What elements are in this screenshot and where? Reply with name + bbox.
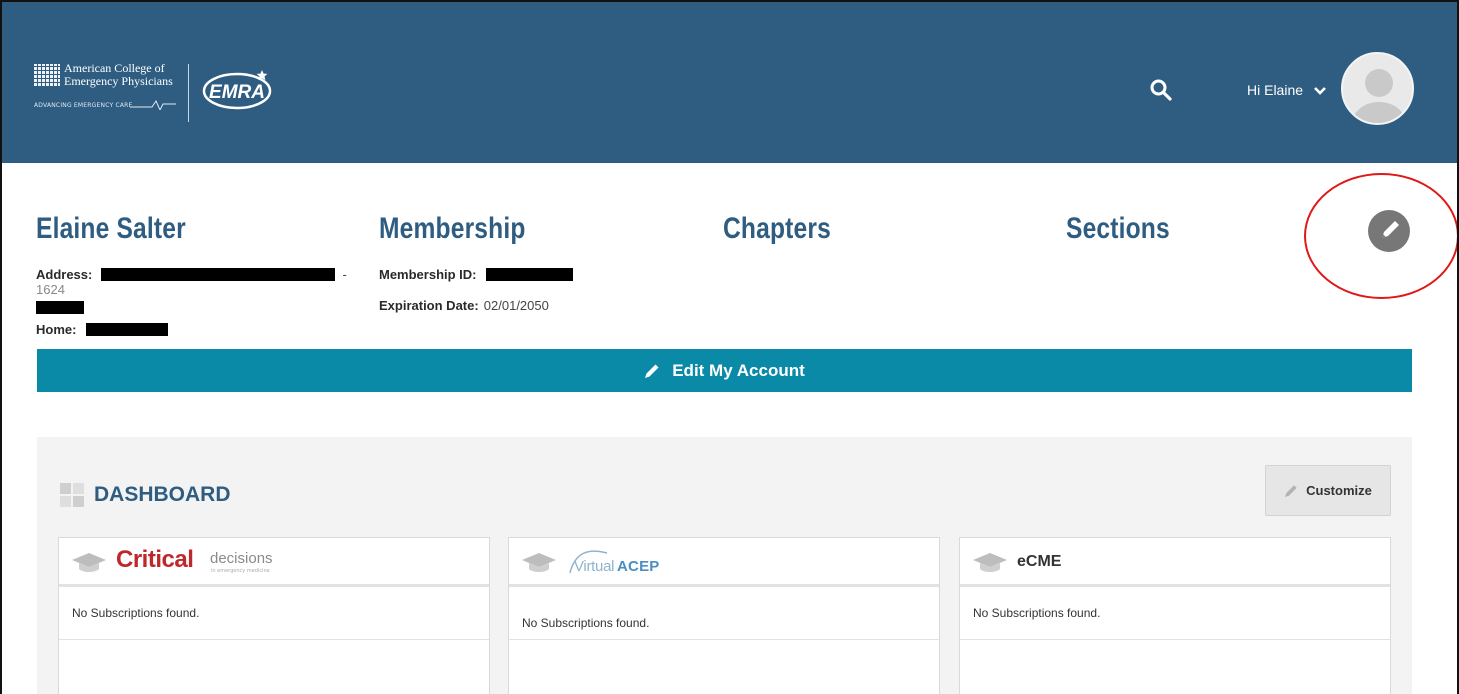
expiration-field: Expiration Date: 02/01/2050 (379, 295, 549, 314)
list-item: No Subscriptions found. (59, 590, 489, 640)
graduation-cap-icon (72, 553, 106, 572)
empty-subscriptions-text: No Subscriptions found. (973, 606, 1101, 620)
emra-logo[interactable]: EMRA (201, 68, 273, 110)
dashboard-title: DASHBOARD (94, 483, 231, 506)
membership-id-label: Membership ID: (379, 267, 477, 282)
address-line2: 1624 (36, 282, 65, 297)
address-field: Address: - (36, 267, 347, 282)
avatar-icon (1352, 69, 1406, 123)
expiration-value: 02/01/2050 (483, 298, 549, 313)
virtual-acep-logo-main: Virtual (574, 558, 615, 575)
edit-account-button[interactable]: Edit My Account (37, 349, 1412, 392)
emra-logo-text: EMRA (209, 82, 265, 103)
virtual-acep-card: Virtual ACEP No Subscriptions found. (508, 537, 940, 694)
card-header[interactable]: Virtual ACEP (509, 538, 939, 587)
search-icon[interactable] (1149, 78, 1173, 102)
chapters-heading[interactable]: Chapters (723, 212, 831, 246)
avatar[interactable] (1341, 52, 1414, 125)
empty-subscriptions-text: No Subscriptions found. (522, 616, 650, 630)
card-header[interactable]: Critical decisions in emergency medicine (59, 538, 489, 587)
membership-id-field: Membership ID: (379, 264, 573, 283)
acep-logo-tagline: ADVANCING EMERGENCY CARE (34, 102, 133, 109)
pencil-icon (1382, 221, 1399, 238)
sections-heading[interactable]: Sections (1066, 212, 1170, 246)
acep-logo[interactable]: American College of Emergency Physicians… (34, 62, 179, 124)
critical-decisions-logo: Critical (116, 546, 194, 573)
home-redacted (85, 323, 168, 336)
membership-id-redacted (485, 268, 573, 281)
graduation-cap-icon (973, 553, 1007, 572)
empty-subscriptions-text: No Subscriptions found. (72, 606, 200, 620)
chevron-down-icon[interactable] (1313, 84, 1327, 98)
critical-decisions-logo-sub2: in emergency medicine (211, 568, 270, 574)
critical-decisions-card: Critical decisions in emergency medicine… (58, 537, 490, 694)
pencil-icon (1285, 484, 1297, 497)
acep-grid-icon (34, 64, 60, 86)
edit-account-label: Edit My Account (672, 360, 805, 380)
pencil-icon (645, 364, 659, 378)
virtual-acep-logo: Virtual ACEP (567, 546, 697, 578)
address-line3 (36, 297, 84, 316)
ecme-card: eCME No Subscriptions found. (959, 537, 1391, 694)
customize-label: Customize (1306, 483, 1372, 498)
card-header[interactable]: eCME (960, 538, 1390, 587)
address-redacted-2 (36, 301, 84, 314)
acep-logo-text: American College of Emergency Physicians (64, 62, 173, 88)
membership-heading: Membership (379, 212, 526, 245)
address-redacted (101, 268, 336, 281)
virtual-acep-logo-sub: ACEP (617, 558, 660, 575)
grid-icon (60, 483, 84, 507)
user-greeting[interactable]: Hi Elaine (1247, 82, 1303, 98)
acep-logo-line2: Emergency Physicians (64, 74, 173, 88)
customize-button[interactable]: Customize (1265, 465, 1391, 516)
expiration-label: Expiration Date: (379, 298, 479, 313)
address-label: Address: (36, 267, 93, 282)
ecme-title: eCME (1017, 553, 1062, 570)
list-item: No Subscriptions found. (960, 590, 1390, 640)
edit-profile-button[interactable] (1368, 210, 1410, 252)
home-field: Home: (36, 319, 168, 338)
logo-divider (188, 64, 189, 122)
emra-logo-mark: EMRA (202, 70, 272, 110)
list-item: No Subscriptions found. (509, 590, 939, 640)
critical-decisions-logo-sub: decisions (210, 550, 273, 567)
profile-name: Elaine Salter (36, 212, 186, 245)
page-frame: American College of Emergency Physicians… (0, 0, 1459, 694)
top-header: American College of Emergency Physicians… (2, 2, 1457, 163)
graduation-cap-icon (522, 553, 556, 572)
heartbeat-icon (130, 99, 176, 110)
home-label: Home: (36, 322, 77, 337)
